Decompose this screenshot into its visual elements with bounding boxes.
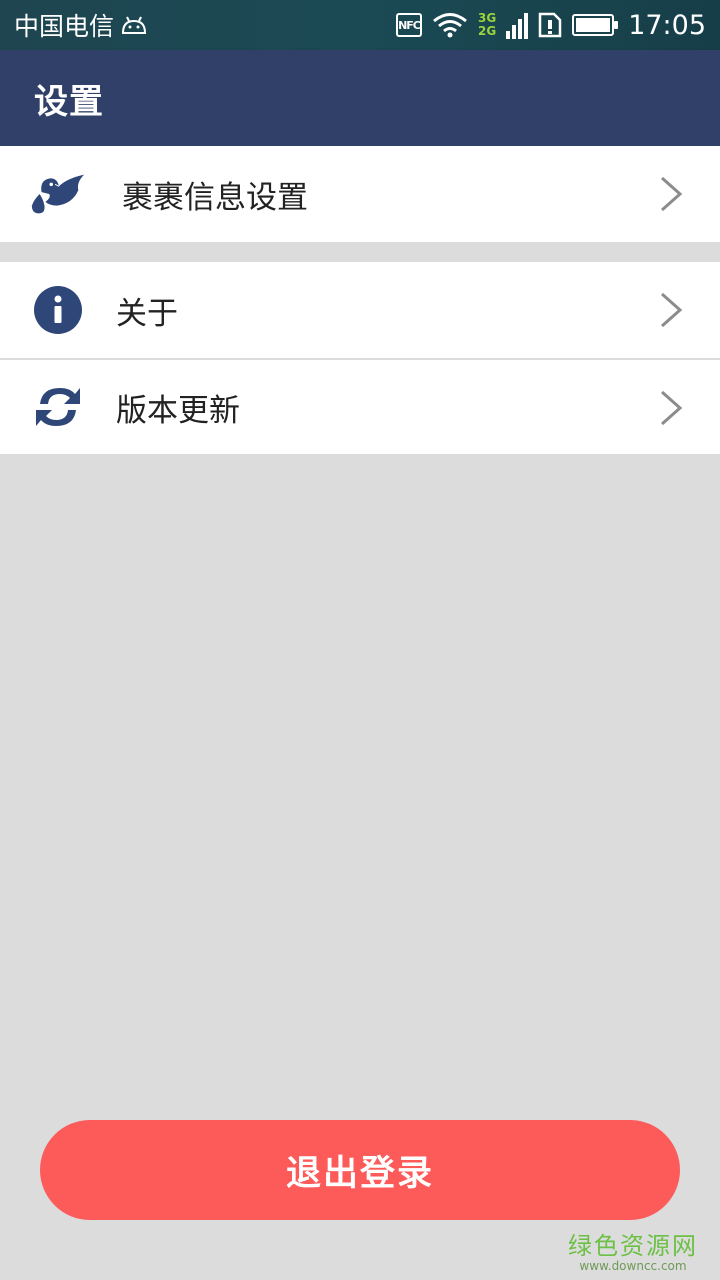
signal-icon <box>506 11 529 39</box>
menu-item-label: 裹裹信息设置 <box>122 179 308 216</box>
info-icon <box>28 280 88 340</box>
menu-item-guoguo-settings[interactable]: 裹裹信息设置 <box>0 146 720 242</box>
network-type: 3G 2G <box>478 12 496 38</box>
settings-group-1: 裹裹信息设置 <box>0 146 720 242</box>
menu-item-about[interactable]: 关于 <box>0 262 720 358</box>
status-bar: 中国电信 NFC 3G 2G 17:05 <box>0 0 720 50</box>
logout-button[interactable]: 退出登录 <box>40 1120 680 1220</box>
battery-icon <box>572 14 619 36</box>
chevron-right-icon <box>661 176 683 212</box>
dove-icon <box>28 164 88 224</box>
status-icons: NFC 3G 2G 17:05 <box>395 9 706 41</box>
menu-item-label: 版本更新 <box>116 392 240 429</box>
menu-item-version-update[interactable]: 版本更新 <box>0 358 720 454</box>
watermark: 绿色资源网 www.downcc.com <box>568 1226 698 1273</box>
status-time: 17:05 <box>628 9 706 41</box>
settings-group-2: 关于 版本更新 <box>0 262 720 454</box>
watermark-url: www.downcc.com <box>579 1259 687 1273</box>
sim-alert-icon <box>538 12 562 38</box>
android-icon <box>122 16 147 34</box>
carrier-name: 中国电信 <box>14 12 115 41</box>
network-2g: 2G <box>477 24 497 38</box>
watermark-title: 绿色资源网 <box>568 1232 698 1260</box>
page-title: 设置 <box>34 81 104 122</box>
chevron-right-icon <box>661 292 683 328</box>
menu-item-label: 关于 <box>116 295 178 332</box>
chevron-right-icon <box>661 390 683 426</box>
wifi-icon <box>433 13 467 38</box>
nfc-icon: NFC <box>395 13 422 37</box>
app-bar: 设置 <box>0 50 720 146</box>
refresh-icon <box>28 377 88 437</box>
